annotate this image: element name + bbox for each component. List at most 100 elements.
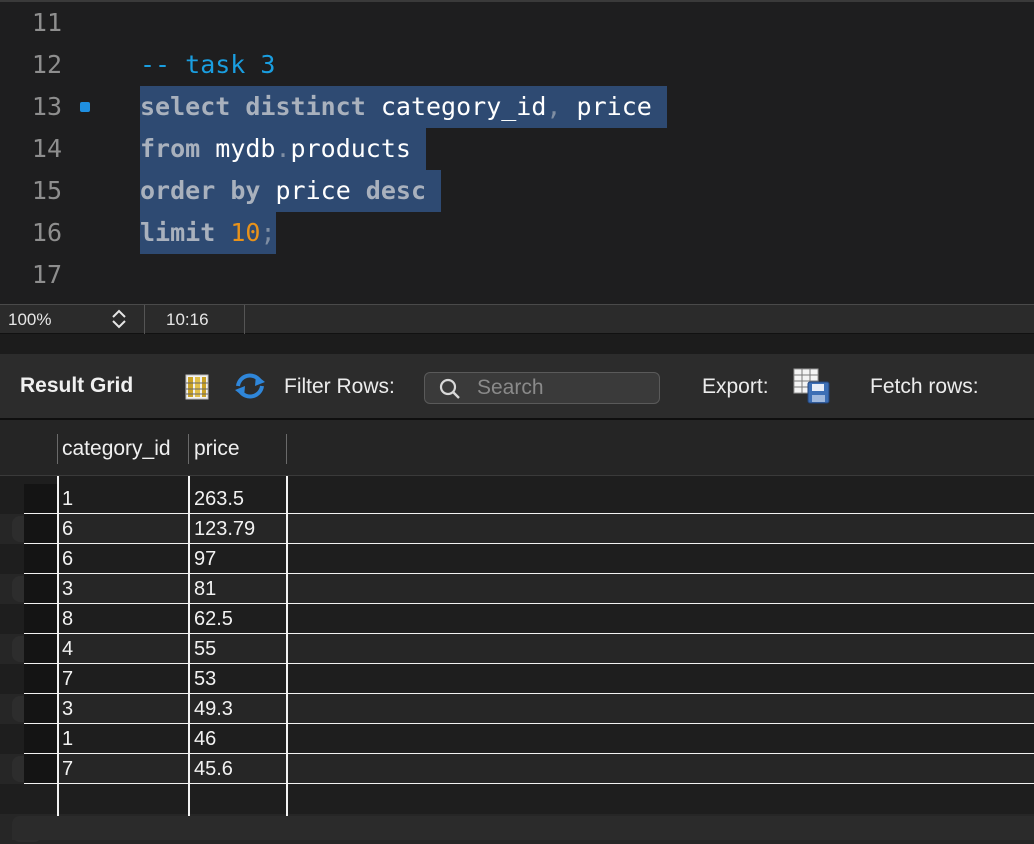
line-number: 11 — [31, 8, 62, 37]
code-line[interactable]: 13 select distinct category_id, price — [0, 86, 1034, 128]
panel-separator[interactable] — [0, 334, 1034, 354]
grid-line — [24, 783, 1034, 784]
line-number: 12 — [31, 50, 62, 79]
code-line[interactable]: 15 order by price desc — [0, 170, 1034, 212]
row-header[interactable] — [24, 604, 58, 633]
code-text: from mydb.products — [140, 128, 427, 170]
row-header[interactable] — [24, 484, 58, 513]
code-token: -- task 3 — [140, 50, 276, 79]
row-stripe — [0, 724, 1034, 754]
code-token: select — [140, 92, 231, 121]
grid-header: category_id price — [0, 420, 1034, 476]
cell-category-id[interactable]: 4 — [62, 634, 73, 664]
cell-price[interactable]: 49.3 — [194, 694, 233, 724]
code-text: order by price desc — [140, 170, 442, 212]
result-grid[interactable]: category_id price 1 263.5 6 123.79 6 97 3 81 8 62… — [0, 420, 1034, 844]
line-number: 17 — [31, 260, 62, 289]
cell-price[interactable]: 46 — [194, 724, 216, 754]
cell-price[interactable]: 55 — [194, 634, 216, 664]
line-number: 16 — [31, 218, 62, 247]
cell-price[interactable]: 97 — [194, 544, 216, 574]
sql-editor[interactable]: 11 12 -- task 3 13 select distinct category_… — [0, 0, 1034, 304]
code-token: by — [230, 176, 261, 205]
cell-category-id[interactable]: 3 — [62, 694, 73, 724]
column-line — [286, 476, 288, 840]
cell-price[interactable]: 123.79 — [194, 514, 255, 544]
row-header[interactable] — [24, 694, 58, 723]
column-header-category-id[interactable]: category_id — [62, 437, 171, 461]
zoom-level: 100% — [8, 310, 52, 329]
line-number: 13 — [31, 92, 62, 121]
code-line[interactable]: 12 -- task 3 — [0, 44, 1034, 86]
row-stripe — [0, 664, 1034, 694]
column-header-price[interactable]: price — [194, 437, 240, 461]
code-token: category_id — [365, 92, 547, 121]
zoom-stepper-icon[interactable] — [108, 307, 130, 331]
search-input[interactable] — [477, 375, 653, 401]
editor-status-bar: 100% 10:16 — [0, 304, 1034, 335]
search-icon — [439, 378, 461, 400]
cell-category-id[interactable]: 6 — [62, 544, 73, 574]
cell-price[interactable]: 263.5 — [194, 484, 244, 514]
code-line[interactable]: 11 — [0, 2, 1034, 44]
column-divider[interactable] — [57, 434, 58, 464]
grid-footer — [12, 816, 1034, 840]
breakpoint-marker-icon[interactable] — [80, 102, 90, 112]
row-header[interactable] — [24, 634, 58, 663]
cell-price[interactable]: 62.5 — [194, 604, 233, 634]
row-stripe — [0, 754, 1034, 784]
row-header[interactable] — [24, 664, 58, 693]
code-token: price — [561, 92, 667, 121]
row-header[interactable] — [24, 724, 58, 753]
status-divider — [244, 305, 245, 335]
row-stripe — [0, 484, 1034, 514]
grid-line — [24, 633, 1034, 634]
column-divider[interactable] — [188, 434, 189, 464]
code-token: distinct — [245, 92, 366, 121]
grid-line — [24, 543, 1034, 544]
cell-category-id[interactable]: 8 — [62, 604, 73, 634]
grid-view-icon[interactable] — [185, 374, 209, 400]
cell-price[interactable]: 45.6 — [194, 754, 233, 784]
code-token: order — [140, 176, 216, 205]
row-stripe — [0, 514, 1034, 544]
code-line[interactable]: 17 — [0, 254, 1034, 296]
row-stripe — [0, 574, 1034, 604]
code-token: . — [275, 134, 291, 163]
code-token: mydb — [200, 134, 276, 163]
status-divider — [144, 305, 145, 335]
line-number: 14 — [31, 134, 62, 163]
row-header[interactable] — [24, 754, 58, 783]
cell-category-id[interactable]: 7 — [62, 664, 73, 694]
grid-rows: 1 263.5 6 123.79 6 97 3 81 8 62.5 4 55 7 53 3 49.3 1 46 7 4… — [0, 476, 1034, 844]
code-text: limit 10; — [140, 212, 276, 254]
code-line[interactable]: 16 limit 10; — [0, 212, 1034, 254]
row-header[interactable] — [24, 544, 58, 573]
cell-category-id[interactable]: 1 — [62, 484, 73, 514]
line-number: 15 — [31, 176, 62, 205]
row-header[interactable] — [24, 574, 58, 603]
code-token: price — [260, 176, 366, 205]
grid-line — [24, 573, 1034, 574]
export-label: Export: — [702, 375, 769, 398]
code-token: desc — [365, 176, 427, 205]
cell-price[interactable]: 81 — [194, 574, 216, 604]
export-table-icon[interactable] — [793, 368, 831, 404]
cursor-position: 10:16 — [166, 310, 209, 329]
cell-category-id[interactable]: 6 — [62, 514, 73, 544]
search-box[interactable] — [424, 372, 660, 404]
code-text: -- task 3 — [140, 44, 275, 86]
cell-category-id[interactable]: 3 — [62, 574, 73, 604]
code-line[interactable]: 14 from mydb.products — [0, 128, 1034, 170]
cell-category-id[interactable]: 7 — [62, 754, 73, 784]
cell-category-id[interactable]: 1 — [62, 724, 73, 754]
refresh-icon[interactable] — [233, 372, 267, 400]
cell-price[interactable]: 53 — [194, 664, 216, 694]
result-grid-label: Result Grid — [20, 374, 134, 397]
column-divider[interactable] — [286, 434, 287, 464]
code-token: ; — [260, 218, 276, 247]
row-header[interactable] — [24, 514, 58, 543]
